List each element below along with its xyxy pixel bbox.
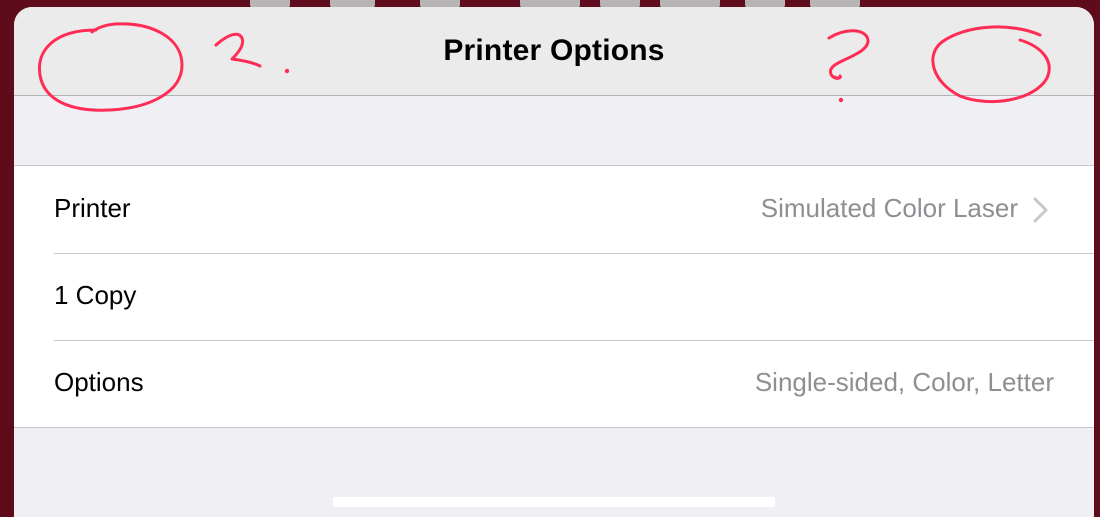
bottom-panel-edge: [333, 497, 775, 507]
chevron-right-icon: [1033, 197, 1048, 223]
printer-options-sheet: Printer Options Printer Simulated Color …: [14, 7, 1094, 517]
copies-row[interactable]: 1 Copy: [14, 253, 1094, 340]
printer-row[interactable]: Printer Simulated Color Laser: [14, 166, 1094, 253]
options-list: Printer Simulated Color Laser 1 Copy Opt…: [14, 165, 1094, 428]
navigation-bar: Printer Options: [14, 7, 1094, 96]
printer-value: Simulated Color Laser: [760, 193, 1018, 223]
print-button-area[interactable]: [914, 25, 1064, 91]
options-row[interactable]: Options Single-sided, Color, Letter: [14, 340, 1094, 427]
printer-label: Printer: [54, 193, 131, 223]
copies-label: 1 Copy: [54, 280, 137, 310]
options-label: Options: [54, 367, 144, 397]
options-value: Single-sided, Color, Letter: [754, 367, 1054, 397]
